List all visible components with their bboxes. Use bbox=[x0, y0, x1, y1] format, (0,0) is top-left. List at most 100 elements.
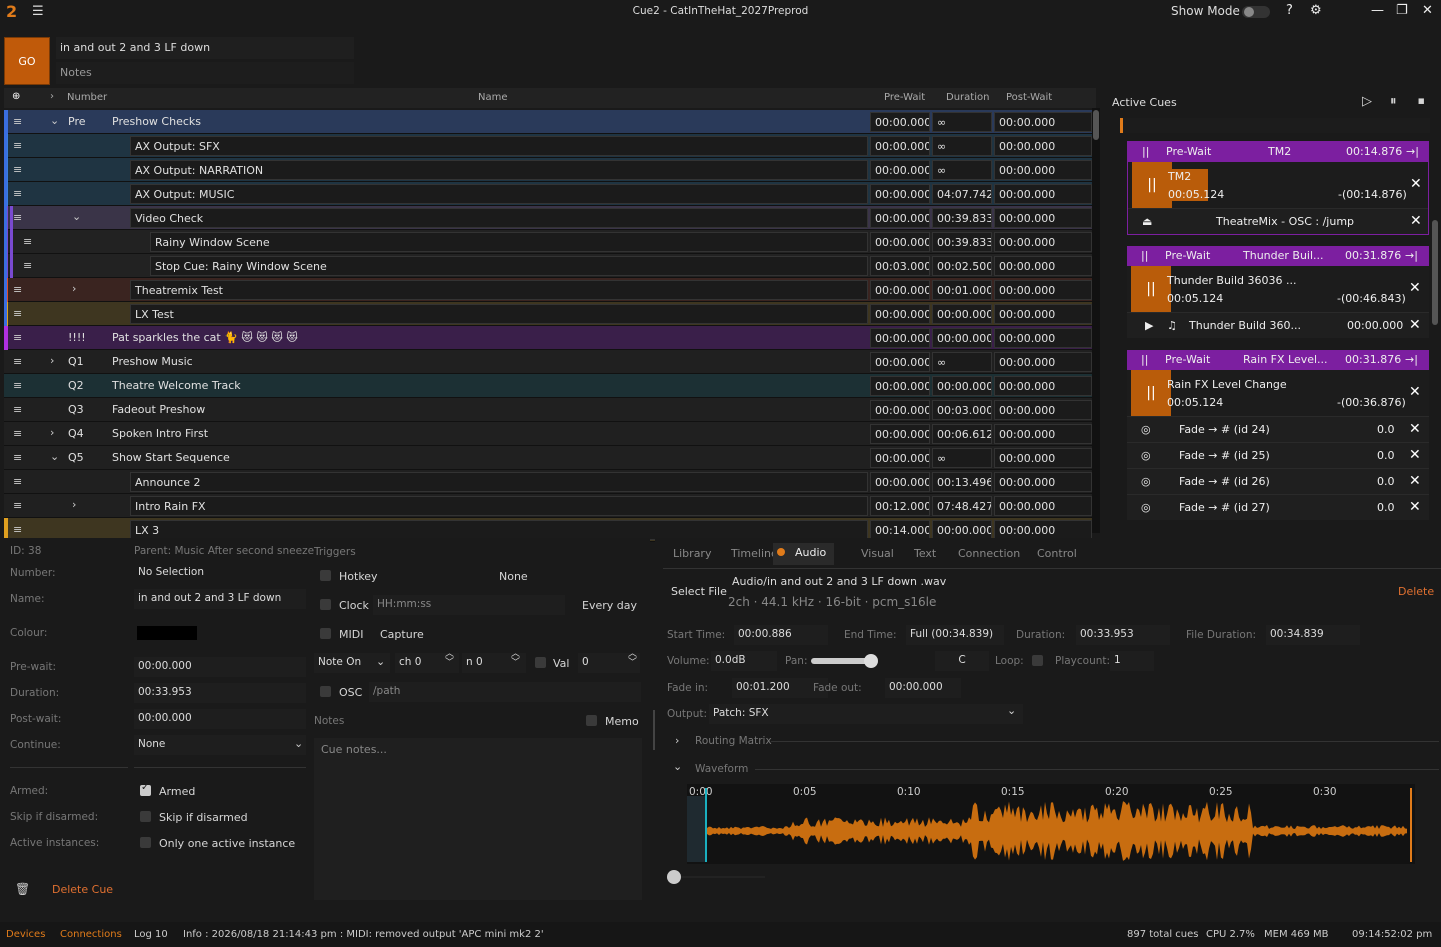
cue-prewait[interactable]: 00:00.000 bbox=[870, 112, 930, 132]
cue-duration[interactable]: 04:07.742 bbox=[932, 184, 992, 204]
cue-row[interactable]: ≡!!!! Pat sparkles the cat 🐈 😻 😻 😻 😻 00:00… bbox=[4, 326, 1092, 350]
routing-matrix-toggle[interactable]: Routing Matrix bbox=[695, 735, 772, 747]
drag-handle-icon[interactable]: ≡ bbox=[13, 158, 22, 182]
start-field[interactable]: 00:00.886 bbox=[734, 625, 828, 645]
cue-postwait[interactable]: 00:00.000 bbox=[994, 352, 1092, 372]
memo-checkbox[interactable] bbox=[586, 715, 597, 726]
drag-handle-icon[interactable]: ≡ bbox=[13, 350, 22, 374]
cue-duration[interactable]: 00:39.833 bbox=[932, 208, 992, 228]
volume-field[interactable]: 0.0dB bbox=[711, 651, 777, 671]
tab-text[interactable]: Text bbox=[914, 547, 936, 560]
clock-checkbox[interactable] bbox=[320, 599, 331, 610]
help-icon[interactable]: ? bbox=[1286, 3, 1293, 18]
cue-postwait[interactable]: 00:00.000 bbox=[994, 184, 1092, 204]
close-icon[interactable]: ✕ bbox=[1422, 3, 1433, 18]
stepper-icon[interactable]: ︿ ﹀ bbox=[628, 650, 637, 668]
hotkey-value[interactable]: None bbox=[499, 570, 528, 583]
cue-prewait[interactable]: 00:00.000 bbox=[870, 136, 930, 156]
cue-postwait[interactable]: 00:00.000 bbox=[994, 448, 1092, 468]
pause-all-icon[interactable]: ⏸ bbox=[1390, 94, 1397, 109]
cue-prewait[interactable]: 00:12.000 bbox=[870, 496, 930, 516]
cue-row[interactable]: ≡ Announce 2 00:00.000 00:13.496 00:00.000 bbox=[4, 470, 1092, 494]
cue-prewait[interactable]: 00:00.000 bbox=[870, 448, 930, 468]
maximize-icon[interactable]: ❐ bbox=[1396, 3, 1408, 18]
drag-handle-icon[interactable]: ≡ bbox=[13, 422, 22, 446]
cue-postwait[interactable]: 00:00.000 bbox=[994, 424, 1092, 444]
drag-handle-icon[interactable]: ≡ bbox=[23, 230, 32, 254]
play-icon[interactable]: ▶ bbox=[1145, 319, 1153, 332]
cue-row[interactable]: ≡ ⌄ Q5 Show Start Sequence 00:00.000 ∞ 00:00.0… bbox=[4, 446, 1092, 470]
colour-swatch[interactable] bbox=[137, 626, 197, 640]
close-icon[interactable]: ✕ bbox=[1409, 280, 1421, 296]
chevron-right-icon[interactable]: › bbox=[675, 734, 679, 747]
cue-duration[interactable]: 00:06.612 bbox=[932, 424, 992, 444]
pause-button[interactable]: || bbox=[1131, 266, 1171, 312]
waveform-toggle[interactable]: Waveform bbox=[695, 763, 748, 775]
close-icon[interactable]: ✕ bbox=[1409, 447, 1421, 463]
drag-handle-icon[interactable]: ≡ bbox=[13, 134, 22, 158]
delete-cue-button[interactable]: Delete Cue bbox=[52, 883, 113, 896]
drag-handle-icon[interactable]: ≡ bbox=[13, 278, 22, 302]
val-checkbox[interactable] bbox=[535, 657, 546, 668]
cue-row[interactable]: ≡ ⌄ Pre Preshow Checks 00:00.000 ∞ 00:00.000 bbox=[4, 110, 1092, 134]
postwait-field[interactable]: 00:00.000 bbox=[134, 709, 306, 729]
cue-prewait[interactable]: 00:00.000 bbox=[870, 184, 930, 204]
stepper-icon[interactable]: ︿ ﹀ bbox=[445, 650, 454, 668]
cue-postwait[interactable]: 00:00.000 bbox=[994, 376, 1092, 396]
drag-handle-icon[interactable]: ≡ bbox=[13, 182, 22, 206]
cue-row[interactable]: ≡ › Q1 Preshow Music 00:00.000 ∞ 00:00.000 bbox=[4, 350, 1092, 374]
osc-field[interactable]: /path bbox=[369, 682, 641, 702]
active-cues-scrollbar[interactable] bbox=[1432, 220, 1438, 325]
clock-repeat[interactable]: Every day bbox=[582, 599, 637, 612]
cue-duration[interactable]: 00:02.500 bbox=[932, 256, 992, 276]
cue-duration[interactable]: ∞ bbox=[932, 136, 992, 156]
cue-row[interactable]: ≡ Rainy Window Scene 00:00.000 00:39.833 00:… bbox=[4, 230, 1092, 254]
drag-handle-icon[interactable]: ≡ bbox=[13, 374, 22, 398]
cue-postwait[interactable]: 00:00.000 bbox=[994, 520, 1092, 540]
go-notes[interactable]: Notes bbox=[56, 62, 354, 84]
pause-icon[interactable]: || bbox=[1142, 145, 1149, 158]
close-icon[interactable]: ✕ bbox=[1409, 384, 1421, 400]
cue-duration[interactable]: 00:01.000 bbox=[932, 280, 992, 300]
pause-icon[interactable]: || bbox=[1141, 353, 1148, 366]
skip-icon[interactable]: →| bbox=[1405, 249, 1418, 262]
cue-prewait[interactable]: 00:03.000 bbox=[870, 256, 930, 276]
cue-duration[interactable]: ∞ bbox=[932, 112, 992, 132]
cue-postwait[interactable]: 00:00.000 bbox=[994, 304, 1092, 324]
col-number[interactable]: Number bbox=[67, 92, 107, 103]
tab-library[interactable]: Library bbox=[673, 547, 711, 560]
col-duration[interactable]: Duration bbox=[946, 92, 989, 103]
close-icon[interactable]: ✕ bbox=[1410, 213, 1422, 229]
osc-checkbox[interactable] bbox=[320, 686, 331, 697]
cue-postwait[interactable]: 00:00.000 bbox=[994, 472, 1092, 492]
prewait-field[interactable]: 00:00.000 bbox=[134, 657, 306, 677]
log-button[interactable]: Log 10 bbox=[134, 929, 168, 940]
cue-row[interactable]: ≡ AX Output: NARRATION 00:00.000 ∞ 00:00.000 bbox=[4, 158, 1092, 182]
cue-duration[interactable]: ∞ bbox=[932, 160, 992, 180]
continue-select[interactable]: None bbox=[134, 735, 306, 755]
cue-prewait[interactable]: 00:00.000 bbox=[870, 472, 930, 492]
cue-postwait[interactable]: 00:00.000 bbox=[994, 256, 1092, 276]
waveform-view[interactable]: 0:00 0:05 0:10 0:15 0:20 0:25 0:30 bbox=[687, 784, 1415, 864]
close-icon[interactable]: ✕ bbox=[1409, 473, 1421, 489]
cue-prewait[interactable]: 00:00.000 bbox=[870, 328, 930, 348]
cue-duration[interactable]: ∞ bbox=[932, 352, 992, 372]
close-icon[interactable]: ✕ bbox=[1409, 317, 1421, 333]
drag-handle-icon[interactable]: ≡ bbox=[23, 254, 32, 278]
cue-duration[interactable]: 00:39.833 bbox=[932, 232, 992, 252]
close-icon[interactable]: ✕ bbox=[1409, 499, 1421, 515]
drag-handle-icon[interactable]: ≡ bbox=[13, 398, 22, 422]
pause-button[interactable]: || bbox=[1131, 370, 1171, 416]
playcount-field[interactable]: 1 bbox=[1110, 651, 1154, 671]
chevron-right-icon[interactable]: › bbox=[50, 426, 54, 439]
instances-checkbox[interactable] bbox=[140, 837, 151, 848]
cue-row[interactable]: ≡ Q2 Theatre Welcome Track 00:00.000 00:00.0… bbox=[4, 374, 1092, 398]
cue-prewait[interactable]: 00:00.000 bbox=[870, 304, 930, 324]
duration-field[interactable]: 00:33.953 bbox=[1076, 625, 1170, 645]
cue-postwait[interactable]: 00:00.000 bbox=[994, 280, 1092, 300]
close-icon[interactable]: ✕ bbox=[1410, 176, 1422, 192]
cue-list-scrollbar[interactable] bbox=[1092, 108, 1100, 533]
cue-duration[interactable]: 00:00.000 bbox=[932, 520, 992, 540]
cue-row[interactable]: ≡ LX Test 00:00.000 00:00.000 00:00.000 bbox=[4, 302, 1092, 326]
play-all-icon[interactable]: ▷ bbox=[1362, 94, 1372, 109]
